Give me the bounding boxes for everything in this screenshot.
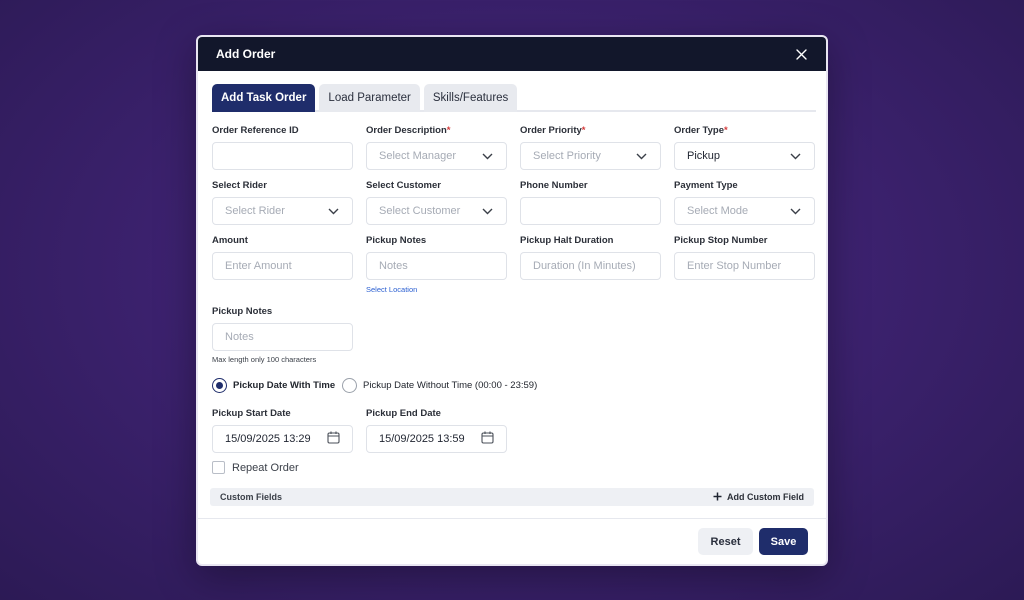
tab-add-task-order[interactable]: Add Task Order (212, 84, 316, 112)
order-priority-placeholder: Select Priority (533, 150, 601, 162)
pickup-end-date-value: 15/09/2025 13:59 (379, 433, 465, 445)
radio-pickup-date-without-time[interactable]: Pickup Date Without Time (00:00 - 23:59) (342, 378, 537, 393)
payment-type-label: Payment Type (674, 180, 738, 191)
chevron-down-icon (328, 205, 340, 217)
order-reference-id-label: Order Reference ID (212, 125, 299, 136)
select-location-link[interactable]: Select Location (366, 285, 417, 294)
pickup-notes-2-placeholder: Notes (225, 331, 254, 343)
radio-label: Pickup Date With Time (233, 380, 336, 391)
pickup-stop-number-placeholder: Enter Stop Number (687, 260, 782, 272)
tab-skills-features[interactable]: Skills/Features (423, 84, 518, 112)
calendar-icon[interactable] (481, 431, 494, 447)
payment-type-select[interactable]: Select Mode (674, 197, 815, 225)
chevron-down-icon (482, 205, 494, 217)
add-order-modal: Add Order Add Task Order Load Parameter … (196, 35, 828, 566)
reset-button[interactable]: Reset (698, 528, 753, 555)
select-rider-select[interactable]: Select Rider (212, 197, 353, 225)
radio-pickup-date-with-time[interactable]: Pickup Date With Time (212, 378, 335, 393)
pickup-start-date-input[interactable]: 15/09/2025 13:29 (212, 425, 353, 453)
order-description-label: Order Description* (366, 125, 451, 136)
pickup-notes-label: Pickup Notes (366, 235, 427, 246)
pickup-stop-number-label: Pickup Stop Number (674, 235, 768, 246)
select-customer-placeholder: Select Customer (379, 205, 461, 217)
order-description-placeholder: Select Manager (379, 150, 457, 162)
custom-fields-bar: Custom Fields Add Custom Field (210, 488, 814, 506)
pickup-notes-2-label: Pickup Notes (212, 306, 273, 317)
order-priority-label: Order Priority* (520, 125, 586, 136)
chevron-down-icon (482, 150, 494, 162)
payment-type-placeholder: Select Mode (687, 205, 749, 217)
modal-title: Add Order (216, 47, 276, 61)
plus-icon (713, 492, 722, 503)
tab-bar: Add Task Order Load Parameter Skills/Fea… (212, 84, 816, 112)
pickup-notes-input[interactable]: Notes (366, 252, 507, 280)
calendar-icon[interactable] (327, 431, 340, 447)
amount-input[interactable]: Enter Amount (212, 252, 353, 280)
pickup-halt-duration-placeholder: Duration (In Minutes) (533, 260, 636, 272)
amount-label: Amount (212, 235, 248, 246)
select-rider-label: Select Rider (212, 180, 267, 191)
order-type-label: Order Type* (674, 125, 728, 136)
chevron-down-icon (790, 150, 802, 162)
repeat-order-checkbox-row[interactable]: Repeat Order (212, 461, 299, 474)
pickup-stop-number-input[interactable]: Enter Stop Number (674, 252, 815, 280)
chevron-down-icon (790, 205, 802, 217)
pickup-halt-duration-label: Pickup Halt Duration (520, 235, 614, 246)
select-customer-label: Select Customer (366, 180, 441, 191)
add-custom-field-label: Add Custom Field (727, 492, 804, 502)
repeat-order-label: Repeat Order (232, 461, 299, 474)
save-button[interactable]: Save (759, 528, 808, 555)
chevron-down-icon (636, 150, 648, 162)
close-icon[interactable] (794, 47, 808, 61)
select-customer-select[interactable]: Select Customer (366, 197, 507, 225)
select-rider-placeholder: Select Rider (225, 205, 285, 217)
order-type-value: Pickup (687, 150, 721, 162)
pickup-end-date-label: Pickup End Date (366, 408, 441, 419)
amount-placeholder: Enter Amount (225, 260, 292, 272)
footer-divider (198, 518, 826, 519)
radio-selected-icon (212, 378, 227, 393)
repeat-order-checkbox[interactable] (212, 461, 225, 474)
order-priority-select[interactable]: Select Priority (520, 142, 661, 170)
pickup-end-date-input[interactable]: 15/09/2025 13:59 (366, 425, 507, 453)
phone-number-input[interactable] (520, 197, 661, 225)
order-type-select[interactable]: Pickup (674, 142, 815, 170)
custom-fields-label: Custom Fields (220, 492, 283, 502)
pickup-start-date-value: 15/09/2025 13:29 (225, 433, 311, 445)
phone-number-label: Phone Number (520, 180, 588, 191)
pickup-halt-duration-input[interactable]: Duration (In Minutes) (520, 252, 661, 280)
max-length-hint: Max length only 100 characters (212, 355, 317, 364)
radio-unselected-icon (342, 378, 357, 393)
pickup-notes-placeholder: Notes (379, 260, 408, 272)
add-custom-field-button[interactable]: Add Custom Field (713, 492, 804, 503)
radio-label: Pickup Date Without Time (00:00 - 23:59) (363, 380, 538, 391)
modal-header: Add Order (198, 37, 826, 71)
pickup-notes-2-input[interactable]: Notes (212, 323, 353, 351)
tab-load-parameter[interactable]: Load Parameter (319, 84, 420, 112)
order-description-select[interactable]: Select Manager (366, 142, 507, 170)
order-reference-id-input[interactable] (212, 142, 353, 170)
pickup-start-date-label: Pickup Start Date (212, 408, 291, 419)
